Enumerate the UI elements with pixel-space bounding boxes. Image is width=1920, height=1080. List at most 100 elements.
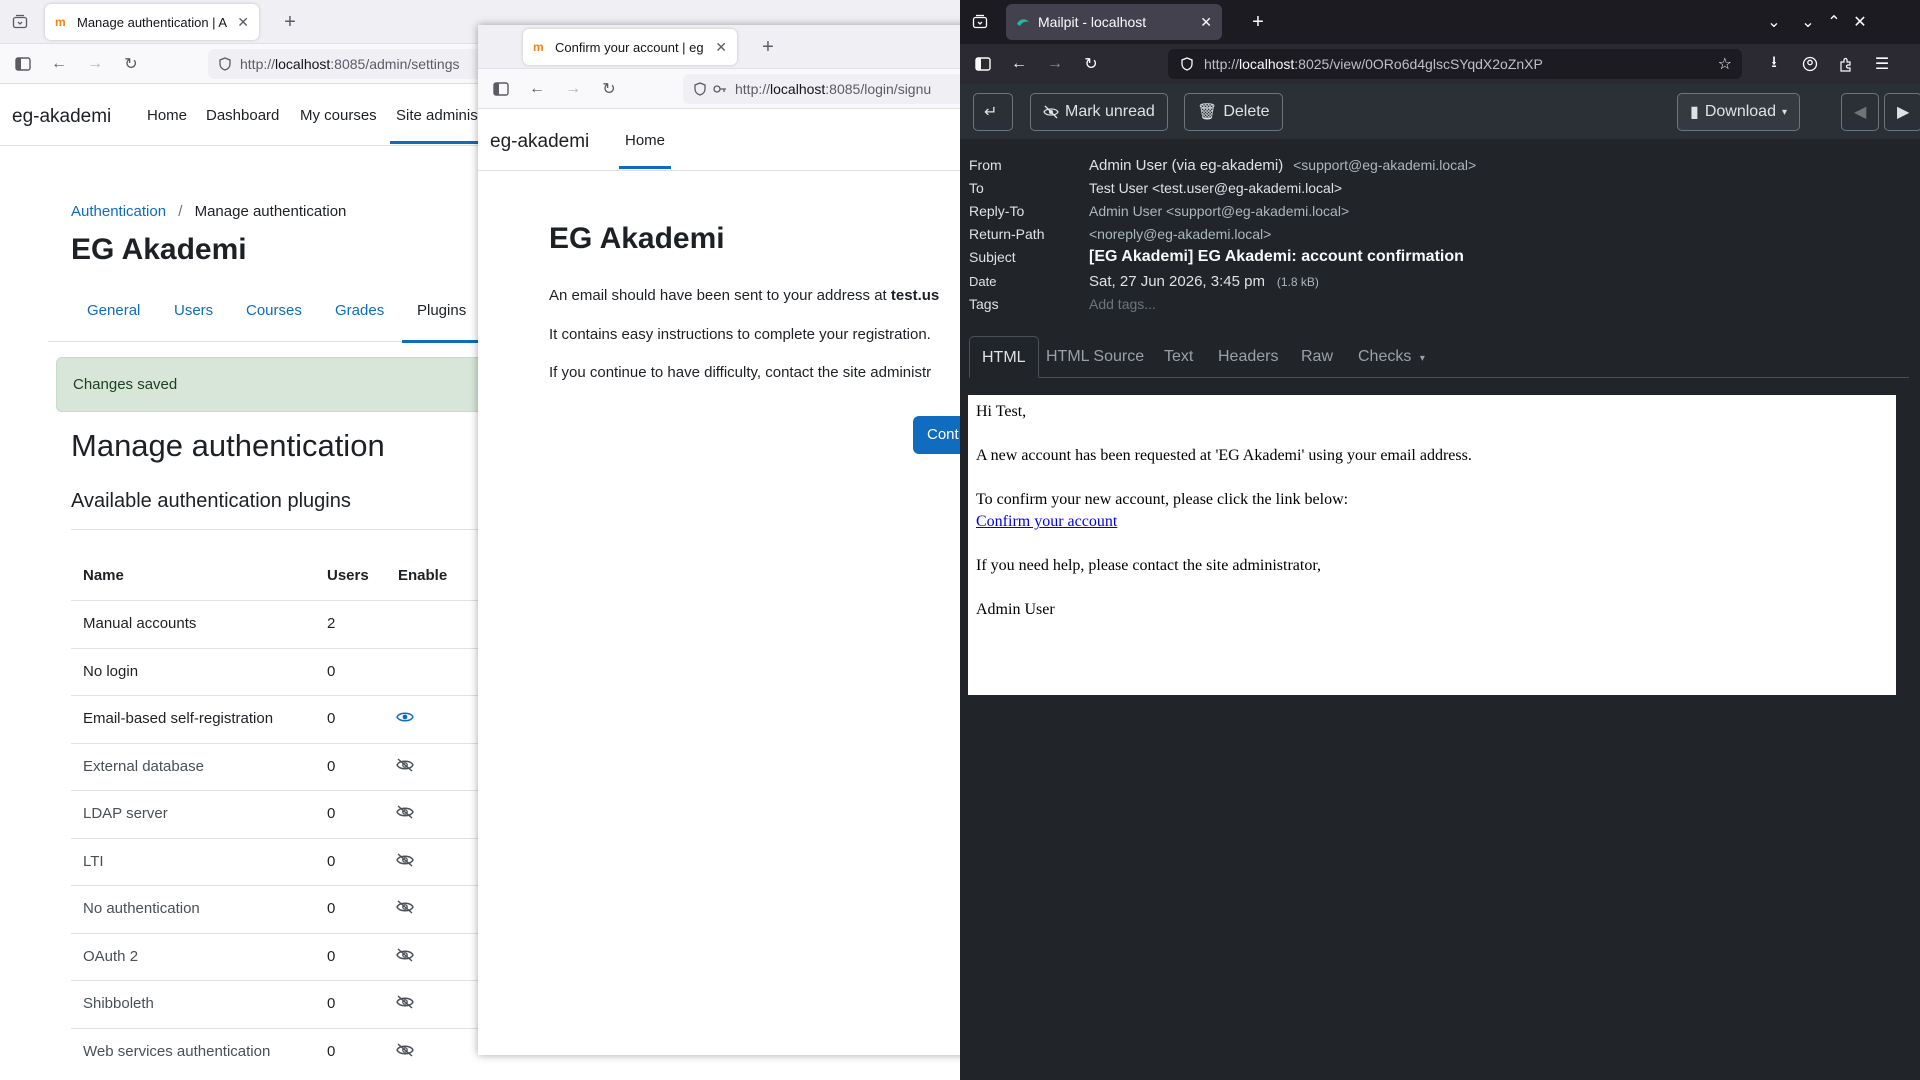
reload-icon[interactable]: ↻ — [595, 75, 623, 103]
eye-slash-icon[interactable] — [396, 1042, 416, 1063]
maximize-icon[interactable]: ⌃ — [1820, 8, 1848, 36]
new-tab-icon[interactable]: + — [754, 33, 782, 61]
back-icon[interactable]: ← — [1005, 50, 1033, 78]
back-icon[interactable]: ← — [45, 50, 73, 78]
tags-label: Tags — [969, 296, 999, 312]
site-info-icon[interactable] — [1180, 57, 1194, 71]
moodle-favicon-icon: m — [55, 15, 66, 29]
forward-icon[interactable]: → — [559, 75, 587, 103]
back-icon[interactable]: ← — [523, 75, 551, 103]
url-host: localhost — [275, 56, 331, 72]
nav-home[interactable]: Home — [618, 132, 672, 169]
column-header-name: Name — [83, 567, 124, 584]
sidebar-toggle-icon[interactable] — [487, 75, 515, 103]
tab-general[interactable]: General — [87, 302, 140, 319]
navigation-bar: ← → ↻ http://localhost:8085/login/signu — [478, 69, 1000, 109]
mark-unread-label: Mark unread — [1065, 103, 1155, 120]
from-value: Admin User (via eg-akademi) <support@eg-… — [1089, 157, 1476, 174]
tab-list-icon[interactable] — [966, 8, 994, 36]
list-all-tabs-icon[interactable]: ⌄ — [1760, 8, 1788, 36]
close-window-icon[interactable]: ✕ — [1846, 8, 1874, 36]
menu-icon[interactable]: ☰ — [1868, 50, 1896, 78]
url-bar[interactable]: http://localhost:8085/login/signu — [683, 74, 1000, 104]
plugin-user-count: 0 — [327, 662, 336, 680]
url-bar[interactable]: http://localhost:8085/admin/settings — [208, 49, 498, 79]
tab-courses[interactable]: Courses — [246, 302, 302, 319]
date-label: Date — [969, 274, 997, 289]
eye-slash-icon[interactable] — [396, 900, 416, 920]
site-brand[interactable]: eg-akademi — [490, 131, 589, 153]
site-info-icon[interactable] — [693, 82, 707, 96]
return-button[interactable]: ↵ — [973, 93, 1013, 131]
tab-text[interactable]: Text — [1152, 336, 1205, 378]
nav-dashboard[interactable]: Dashboard — [206, 107, 279, 124]
eye-slash-icon[interactable] — [396, 757, 416, 778]
close-tab-icon[interactable]: ✕ — [1200, 14, 1212, 31]
next-message-button[interactable]: ▶ — [1884, 93, 1920, 131]
tab-list-icon[interactable] — [6, 8, 34, 36]
eye-slash-icon[interactable] — [396, 947, 416, 968]
column-header-users: Users — [327, 567, 369, 584]
confirmation-message-line1: An email should have been sent to your a… — [549, 287, 939, 304]
breadcrumb-authentication[interactable]: Authentication — [71, 203, 166, 220]
browser-window-confirm-account: m Confirm your account | eg ✕ + ← → ↻ ht… — [478, 25, 1000, 1055]
confirmation-message-line2: It contains easy instructions to complet… — [549, 326, 931, 343]
download-dropdown[interactable]: ▮ Download ▾ — [1677, 93, 1800, 131]
tab-bar: m Confirm your account | eg ✕ + — [478, 25, 1000, 69]
site-info-icon[interactable] — [218, 57, 232, 71]
nav-site-administration[interactable]: Site adminis — [390, 107, 484, 144]
tab-manage-authentication[interactable]: m Manage authentication | A ✕ — [45, 4, 259, 40]
section-title: Manage authentication — [71, 428, 385, 463]
email-paragraph-2: To confirm your new account, please clic… — [976, 491, 1349, 508]
tab-html[interactable]: HTML — [969, 336, 1039, 378]
tab-grades[interactable]: Grades — [335, 302, 384, 319]
confirm-account-link[interactable]: Confirm your account — [976, 513, 1117, 530]
nav-my-courses[interactable]: My courses — [300, 107, 377, 124]
reload-icon[interactable]: ↻ — [1077, 50, 1105, 78]
eye-slash-icon — [1043, 105, 1059, 119]
to-value: Test User <test.user@eg-akademi.local> — [1089, 180, 1342, 196]
tab-plugins[interactable]: Plugins — [401, 302, 482, 343]
sidebar-toggle-icon[interactable] — [969, 50, 997, 78]
eye-icon[interactable] — [396, 710, 416, 730]
tab-mailpit[interactable]: Mailpit - localhost ✕ — [1006, 4, 1222, 40]
reply-to-label: Reply-To — [969, 203, 1025, 219]
sidebar-toggle-icon[interactable] — [9, 50, 37, 78]
tab-html-source[interactable]: HTML Source — [1034, 336, 1156, 378]
site-brand[interactable]: eg-akademi — [12, 106, 111, 128]
tab-checks[interactable]: Checks ▾ — [1346, 336, 1437, 378]
previous-message-button[interactable]: ◀ — [1841, 93, 1879, 131]
nav-home[interactable]: Home — [147, 107, 187, 124]
mark-unread-button[interactable]: Mark unread — [1030, 93, 1168, 131]
forward-icon[interactable]: → — [81, 50, 109, 78]
forward-icon[interactable]: → — [1041, 50, 1069, 78]
url-host: localhost — [770, 81, 826, 97]
plugin-user-count: 0 — [327, 1042, 336, 1060]
tab-headers[interactable]: Headers — [1206, 336, 1290, 378]
email-html-preview: Hi Test, A new account has been requeste… — [968, 395, 1896, 695]
url-path: :8025/view/0ORo6d4glscSYqdX2oZnXP — [1294, 56, 1543, 72]
eye-slash-icon[interactable] — [396, 995, 416, 1015]
account-icon[interactable] — [1796, 50, 1824, 78]
breadcrumb-separator: / — [178, 203, 183, 220]
delete-button[interactable]: 🗑 Delete — [1184, 93, 1283, 131]
plugin-name: Manual accounts — [83, 615, 197, 632]
new-tab-icon[interactable]: + — [276, 8, 304, 36]
reload-icon[interactable]: ↻ — [117, 50, 145, 78]
minimize-icon[interactable]: ⌄ — [1794, 8, 1822, 36]
tab-users[interactable]: Users — [174, 302, 213, 319]
extensions-icon[interactable] — [1832, 50, 1860, 78]
new-tab-icon[interactable]: + — [1244, 8, 1272, 36]
tab-confirm-account[interactable]: m Confirm your account | eg ✕ — [523, 29, 737, 65]
key-icon[interactable] — [713, 82, 727, 96]
downloads-icon[interactable]: ⭳ — [1760, 50, 1788, 78]
tab-title: Confirm your account | eg — [555, 39, 704, 55]
close-tab-icon[interactable]: ✕ — [237, 14, 249, 31]
eye-slash-icon[interactable] — [396, 805, 416, 825]
eye-slash-icon[interactable] — [396, 852, 416, 873]
add-tags-input[interactable]: Add tags... — [1089, 296, 1156, 312]
tab-raw[interactable]: Raw — [1289, 336, 1345, 378]
close-tab-icon[interactable]: ✕ — [715, 39, 727, 56]
url-bar[interactable]: http://localhost:8025/view/0ORo6d4glscSY… — [1168, 49, 1742, 79]
bookmark-star-icon[interactable]: ☆ — [1718, 54, 1732, 74]
